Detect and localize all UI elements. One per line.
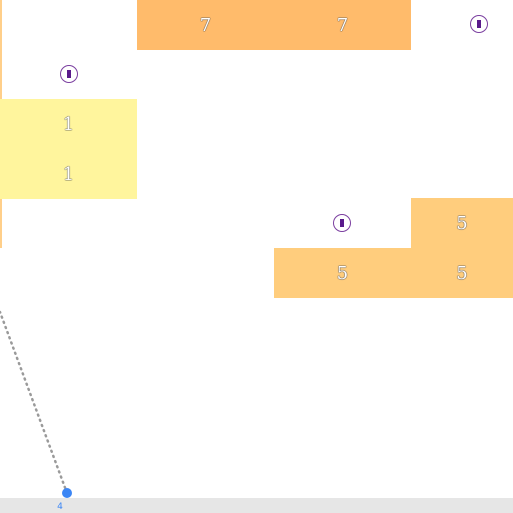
brick: 1 [0,99,137,149]
extra-ball-icon [60,65,78,83]
brick: 5 [411,198,513,248]
game-board[interactable]: 7 7 1 1 5 5 5 [0,0,513,498]
extra-ball-icon [470,15,488,33]
brick: 1 [0,149,137,199]
brick-value: 7 [199,14,212,36]
brick: 7 [274,0,411,50]
extra-ball-icon [333,214,351,232]
launch-floor [0,498,513,513]
brick-value: 7 [336,14,349,36]
brick-value: 5 [336,262,349,284]
brick: 5 [411,248,513,298]
brick-value: 1 [62,163,75,185]
ball-launcher[interactable] [62,488,72,498]
brick-value: 1 [62,113,75,135]
brick: 7 [137,0,274,50]
brick: 5 [274,248,411,298]
brick-value: 5 [456,212,468,234]
brick-value: 5 [456,262,468,284]
ball-count-label: 4 [57,502,63,512]
